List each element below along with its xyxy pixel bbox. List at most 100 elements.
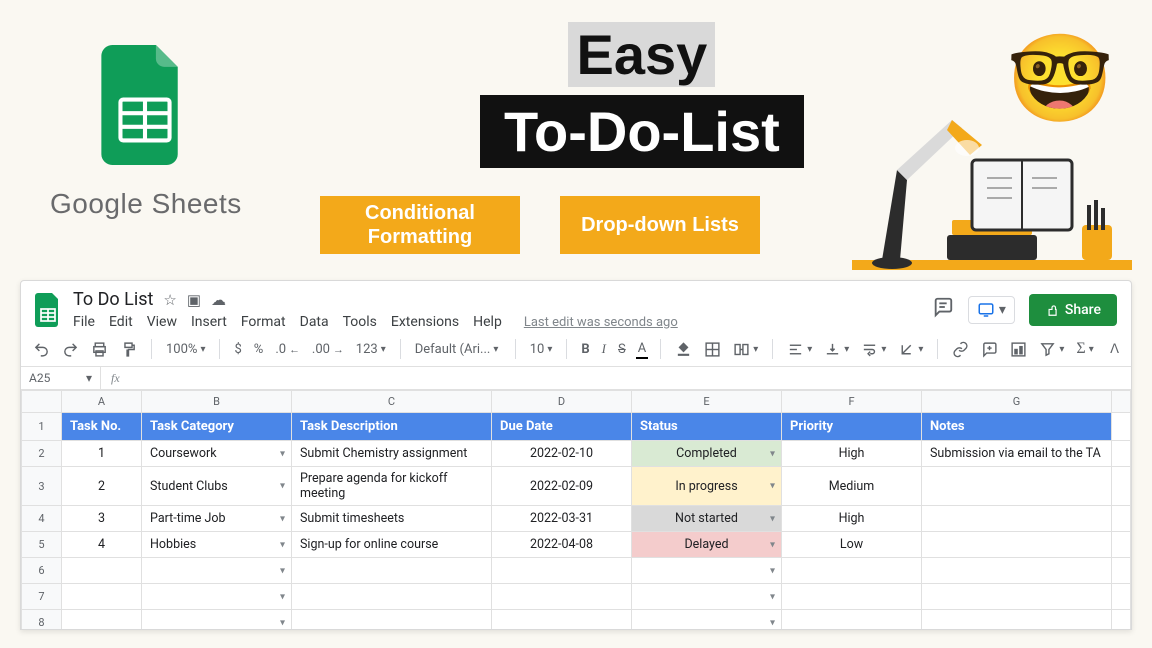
fill-color-icon[interactable] (673, 339, 694, 360)
cell-status[interactable]: In progress▾ (632, 467, 782, 506)
cell[interactable]: ▾ (142, 610, 292, 630)
cell[interactable]: ▾ (632, 558, 782, 584)
header-cell[interactable]: Task Description (292, 413, 492, 441)
dropdown-arrow-icon[interactable]: ▾ (280, 565, 285, 576)
col-header-G[interactable]: G (922, 391, 1112, 413)
row-header[interactable]: 7 (22, 584, 62, 610)
cell-description[interactable]: Prepare agenda for kickoff meeting (292, 467, 492, 506)
cell[interactable]: ▾ (142, 558, 292, 584)
name-box[interactable]: A25▾ (21, 367, 101, 389)
share-button[interactable]: Share (1029, 294, 1117, 326)
menu-help[interactable]: Help (473, 314, 502, 330)
cloud-icon[interactable]: ☁ (211, 291, 226, 309)
cell[interactable] (922, 584, 1112, 610)
functions-icon[interactable]: Σ▾ (1074, 338, 1095, 360)
dropdown-arrow-icon[interactable]: ▾ (770, 539, 775, 550)
menu-file[interactable]: File (73, 314, 95, 330)
cell[interactable] (782, 558, 922, 584)
cell-status[interactable]: Not started▾ (632, 506, 782, 532)
dropdown-arrow-icon[interactable]: ▾ (770, 591, 775, 602)
currency-icon[interactable]: $ (232, 340, 243, 359)
dropdown-arrow-icon[interactable]: ▾ (770, 481, 775, 492)
cell-task-no[interactable]: 4 (62, 532, 142, 558)
cell[interactable] (1112, 532, 1131, 558)
cell[interactable] (1112, 467, 1131, 506)
cell-priority[interactable]: High (782, 441, 922, 467)
paint-format-icon[interactable] (118, 339, 139, 360)
header-cell[interactable]: Status (632, 413, 782, 441)
borders-icon[interactable] (702, 339, 723, 360)
dropdown-arrow-icon[interactable]: ▾ (280, 591, 285, 602)
row-header[interactable]: 3 (22, 467, 62, 506)
move-icon[interactable]: ▣ (187, 291, 201, 309)
insert-comment-icon[interactable] (979, 339, 1000, 360)
collapse-toolbar-icon[interactable]: ᐱ (1108, 340, 1121, 359)
insert-link-icon[interactable] (950, 339, 971, 360)
number-format-select[interactable]: 123▾ (354, 340, 388, 359)
dropdown-arrow-icon[interactable]: ▾ (770, 448, 775, 459)
cell-category[interactable]: Hobbies▾ (142, 532, 292, 558)
filter-icon[interactable]: ▾ (1037, 339, 1066, 360)
cell-description[interactable]: Submit timesheets (292, 506, 492, 532)
zoom-select[interactable]: 100%▾ (164, 340, 207, 359)
merge-cells-icon[interactable]: ▾ (731, 339, 760, 360)
col-header-B[interactable]: B (142, 391, 292, 413)
spreadsheet-grid[interactable]: A B C D E F G 1Task No.Task CategoryTask… (21, 390, 1131, 629)
cell[interactable] (1112, 441, 1131, 467)
cell-description[interactable]: Sign-up for online course (292, 532, 492, 558)
cell[interactable]: ▾ (632, 610, 782, 630)
row-header[interactable]: 4 (22, 506, 62, 532)
cell[interactable] (492, 610, 632, 630)
cell[interactable] (1112, 506, 1131, 532)
col-header-A[interactable]: A (62, 391, 142, 413)
select-all-cell[interactable] (22, 391, 62, 413)
header-cell[interactable]: Task Category (142, 413, 292, 441)
row-header[interactable]: 5 (22, 532, 62, 558)
cell-description[interactable]: Submit Chemistry assignment (292, 441, 492, 467)
cell[interactable]: ▾ (142, 584, 292, 610)
header-cell[interactable]: Due Date (492, 413, 632, 441)
text-rotation-icon[interactable]: ▾ (896, 339, 925, 360)
cell[interactable] (1112, 413, 1131, 441)
cell-due-date[interactable]: 2022-02-09 (492, 467, 632, 506)
doc-title[interactable]: To Do List (73, 289, 153, 310)
cell[interactable] (922, 558, 1112, 584)
bold-icon[interactable]: B (579, 340, 591, 359)
dropdown-arrow-icon[interactable]: ▾ (770, 617, 775, 628)
cell[interactable] (492, 584, 632, 610)
cell-task-no[interactable]: 1 (62, 441, 142, 467)
comments-icon[interactable] (932, 296, 954, 323)
cell-notes[interactable] (922, 467, 1112, 506)
row-header[interactable]: 2 (22, 441, 62, 467)
cell-status[interactable]: Delayed▾ (632, 532, 782, 558)
decrease-decimal-icon[interactable]: .0← (273, 340, 302, 359)
cell[interactable]: ▾ (632, 584, 782, 610)
col-header-C[interactable]: C (292, 391, 492, 413)
star-icon[interactable]: ☆ (163, 291, 176, 309)
col-header-E[interactable]: E (632, 391, 782, 413)
cell-task-no[interactable]: 2 (62, 467, 142, 506)
cell[interactable] (782, 610, 922, 630)
dropdown-arrow-icon[interactable]: ▾ (280, 481, 285, 492)
cell[interactable] (1112, 584, 1131, 610)
row-header[interactable]: 8 (22, 610, 62, 630)
font-select[interactable]: Default (Ari...▾ (413, 340, 503, 359)
cell-category[interactable]: Part-time Job▾ (142, 506, 292, 532)
cell-priority[interactable]: Medium (782, 467, 922, 506)
cell[interactable] (1112, 558, 1131, 584)
undo-icon[interactable] (31, 339, 52, 360)
menu-format[interactable]: Format (241, 314, 286, 330)
cell-due-date[interactable]: 2022-03-31 (492, 506, 632, 532)
menu-insert[interactable]: Insert (191, 314, 227, 330)
cell[interactable] (492, 558, 632, 584)
vertical-align-icon[interactable]: ▾ (822, 339, 851, 360)
cell-due-date[interactable]: 2022-04-08 (492, 532, 632, 558)
text-wrap-icon[interactable]: ▾ (859, 339, 888, 360)
menu-view[interactable]: View (147, 314, 177, 330)
header-cell[interactable]: Priority (782, 413, 922, 441)
cell[interactable] (782, 584, 922, 610)
dropdown-arrow-icon[interactable]: ▾ (770, 565, 775, 576)
increase-decimal-icon[interactable]: .00→ (310, 340, 346, 359)
insert-chart-icon[interactable] (1008, 339, 1029, 360)
col-header-F[interactable]: F (782, 391, 922, 413)
